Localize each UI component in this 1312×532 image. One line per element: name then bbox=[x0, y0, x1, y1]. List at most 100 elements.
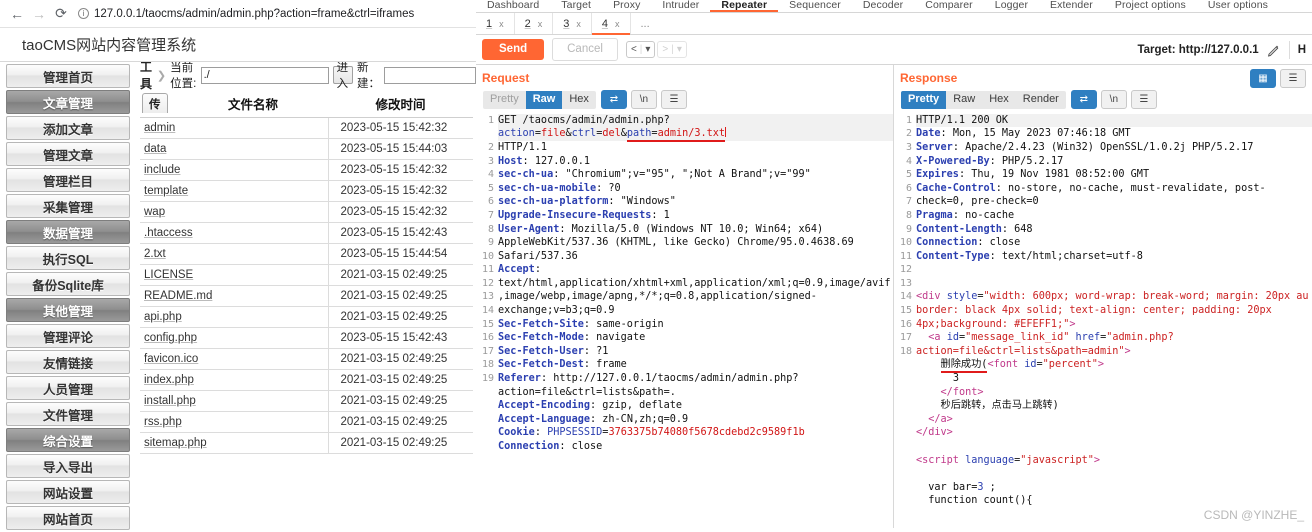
back-arrow-icon[interactable]: ← bbox=[6, 3, 28, 25]
info-circle-icon[interactable]: i bbox=[78, 8, 89, 19]
sidebar-item-12[interactable]: 人员管理 bbox=[6, 376, 130, 400]
table-row[interactable]: include 2023-05-15 15:42:32 bbox=[140, 159, 473, 181]
file-name-cell[interactable]: api.php bbox=[140, 306, 329, 328]
file-name-cell[interactable]: wap bbox=[140, 201, 329, 223]
tab-raw[interactable]: Raw bbox=[946, 91, 983, 109]
file-link[interactable]: .htaccess bbox=[144, 227, 193, 239]
sidebar-item-13[interactable]: 文件管理 bbox=[6, 402, 130, 426]
repeater-tab-4[interactable]: 4x bbox=[591, 13, 631, 35]
file-name-cell[interactable]: data bbox=[140, 138, 329, 160]
file-name-cell[interactable]: sitemap.php bbox=[140, 432, 329, 454]
table-row[interactable]: index.php 2021-03-15 02:49:25 bbox=[140, 369, 473, 391]
new-file-input[interactable] bbox=[384, 66, 476, 84]
repeater-tab-3[interactable]: 3x bbox=[553, 13, 592, 34]
table-row[interactable]: install.php 2021-03-15 02:49:25 bbox=[140, 390, 473, 412]
sidebar-item-2[interactable]: 添加文章 bbox=[6, 116, 130, 140]
table-row[interactable]: config.php 2023-05-15 15:42:43 bbox=[140, 327, 473, 349]
file-link[interactable]: include bbox=[144, 164, 180, 176]
hamburger-menu-icon[interactable]: ☰ bbox=[1130, 90, 1157, 110]
request-editor[interactable]: 1 2 3 4 5 6 7 8 9 10 11 12 13 14 15 16 17 18 19 GET /taoc… bbox=[482, 113, 893, 481]
tab-render[interactable]: Render bbox=[1015, 91, 1066, 109]
table-row[interactable]: .htaccess 2023-05-15 15:42:43 bbox=[140, 222, 473, 244]
close-icon[interactable]: x bbox=[499, 19, 504, 29]
file-name-cell[interactable]: template bbox=[140, 180, 329, 202]
file-name-cell[interactable]: include bbox=[140, 159, 329, 181]
request-body-text[interactable]: GET /taocms/admin/admin.php?action=file&… bbox=[498, 113, 893, 481]
sidebar-item-0[interactable]: 管理首页 bbox=[6, 64, 130, 88]
sidebar-item-10[interactable]: 管理评论 bbox=[6, 324, 130, 348]
tab-hex[interactable]: Hex bbox=[982, 91, 1016, 109]
forward-arrow-icon[interactable]: → bbox=[28, 3, 50, 25]
cancel-button[interactable]: Cancel bbox=[552, 38, 618, 61]
sidebar-item-15[interactable]: 导入导出 bbox=[6, 454, 130, 478]
close-icon[interactable]: x bbox=[615, 19, 620, 29]
split-view-icon[interactable]: ▦ bbox=[1250, 69, 1276, 88]
repeater-tab-2[interactable]: 2x bbox=[515, 13, 554, 34]
table-row[interactable]: LICENSE 2021-03-15 02:49:25 bbox=[140, 264, 473, 286]
burp-tab-comparer[interactable]: Comparer bbox=[914, 0, 983, 12]
file-name-cell[interactable]: rss.php bbox=[140, 411, 329, 433]
sidebar-item-3[interactable]: 管理文章 bbox=[6, 142, 130, 166]
burp-tab-sequencer[interactable]: Sequencer bbox=[778, 0, 852, 12]
file-link[interactable]: rss.php bbox=[144, 416, 182, 428]
burp-tab-decoder[interactable]: Decoder bbox=[852, 0, 914, 12]
sidebar-item-8[interactable]: 备份Sqlite库 bbox=[6, 272, 130, 296]
burp-tab-user-options[interactable]: User options bbox=[1197, 0, 1279, 12]
hamburger-menu-icon[interactable]: ☰ bbox=[660, 90, 687, 110]
layout-icon[interactable]: ☰ bbox=[1280, 69, 1306, 88]
sidebar-group-14[interactable]: 综合设置 bbox=[6, 428, 130, 452]
file-link[interactable]: admin bbox=[144, 122, 175, 134]
current-path-input[interactable] bbox=[200, 66, 329, 84]
reload-icon[interactable]: ⟳ bbox=[50, 3, 72, 25]
response-body-text[interactable]: HTTP/1.1 200 OK Date: Mon, 15 May 2023 07… bbox=[916, 113, 1312, 508]
send-button[interactable]: Send bbox=[482, 39, 545, 60]
file-link[interactable]: wap bbox=[144, 206, 165, 218]
address-bar[interactable]: i 127.0.0.1/taocms/admin/admin.php?actio… bbox=[78, 4, 470, 24]
tab-pretty[interactable]: Pretty bbox=[901, 91, 947, 109]
previous-request-button[interactable]: < | ▾ bbox=[625, 41, 656, 58]
pencil-icon[interactable] bbox=[1267, 43, 1281, 57]
burp-tab-intruder[interactable]: Intruder bbox=[651, 0, 710, 12]
next-request-button[interactable]: > | ▾ bbox=[657, 41, 687, 58]
help-label[interactable]: H bbox=[1298, 44, 1306, 56]
sidebar-item-11[interactable]: 友情链接 bbox=[6, 350, 130, 374]
file-link[interactable]: data bbox=[144, 143, 166, 155]
tab-pretty[interactable]: Pretty bbox=[483, 91, 526, 109]
response-editor[interactable]: 1 2 3 4 5 6 7 8 9 10 11 12 13 14 15 16 17 18 HTTP/1.1 200… bbox=[900, 113, 1312, 508]
file-name-cell[interactable]: index.php bbox=[140, 369, 329, 391]
burp-tab-dashboard[interactable]: Dashboard bbox=[476, 0, 550, 12]
newline-icon[interactable]: \n bbox=[630, 90, 657, 110]
burp-tab-proxy[interactable]: Proxy bbox=[602, 0, 651, 12]
file-link[interactable]: README.md bbox=[144, 290, 212, 302]
sidebar-group-1[interactable]: 文章管理 bbox=[6, 90, 130, 114]
newline-icon[interactable]: \n bbox=[1100, 90, 1127, 110]
file-link[interactable]: index.php bbox=[144, 374, 194, 386]
upload-button[interactable]: 传 bbox=[142, 93, 168, 113]
burp-tab-extender[interactable]: Extender bbox=[1039, 0, 1104, 12]
close-icon[interactable]: x bbox=[538, 19, 543, 29]
sidebar-item-4[interactable]: 管理栏目 bbox=[6, 168, 130, 192]
table-row[interactable]: README.md 2021-03-15 02:49:25 bbox=[140, 285, 473, 307]
burp-tab-logger[interactable]: Logger bbox=[984, 0, 1039, 12]
file-name-cell[interactable]: config.php bbox=[140, 327, 329, 349]
sidebar-group-6[interactable]: 数据管理 bbox=[6, 220, 130, 244]
table-row[interactable]: api.php 2021-03-15 02:49:25 bbox=[140, 306, 473, 328]
repeater-tab-1[interactable]: 1x bbox=[476, 13, 515, 34]
close-icon[interactable]: x bbox=[576, 19, 581, 29]
tab-hex[interactable]: Hex bbox=[562, 91, 596, 109]
file-link[interactable]: LICENSE bbox=[144, 269, 193, 281]
table-row[interactable]: data 2023-05-15 15:44:03 bbox=[140, 138, 473, 160]
table-row[interactable]: favicon.ico 2021-03-15 02:49:25 bbox=[140, 348, 473, 370]
burp-tab-repeater[interactable]: Repeater bbox=[710, 0, 778, 12]
file-link[interactable]: sitemap.php bbox=[144, 437, 207, 449]
file-name-cell[interactable]: install.php bbox=[140, 390, 329, 412]
file-name-cell[interactable]: LICENSE bbox=[140, 264, 329, 286]
file-link[interactable]: template bbox=[144, 185, 188, 197]
file-link[interactable]: api.php bbox=[144, 311, 182, 323]
repeater-more-tabs[interactable]: ... bbox=[631, 13, 660, 34]
table-row[interactable]: wap 2023-05-15 15:42:32 bbox=[140, 201, 473, 223]
tab-raw[interactable]: Raw bbox=[525, 91, 563, 109]
sidebar-group-9[interactable]: 其他管理 bbox=[6, 298, 130, 322]
file-name-cell[interactable]: README.md bbox=[140, 285, 329, 307]
file-name-cell[interactable]: favicon.ico bbox=[140, 348, 329, 370]
